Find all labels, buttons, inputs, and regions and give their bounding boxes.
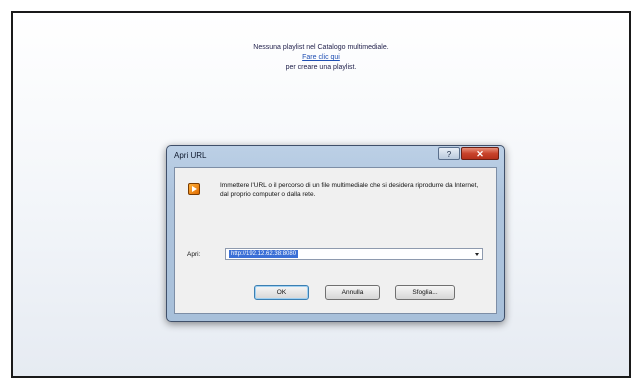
open-url-dialog: Apri URL ? ✕ Immettere l'URL o il percor…	[166, 145, 505, 322]
cancel-button[interactable]: Annulla	[325, 285, 380, 300]
url-combobox[interactable]: http://192.12.62.38:8080	[225, 248, 483, 260]
dialog-body: Immettere l'URL o il percorso di un file…	[174, 167, 497, 314]
empty-library-message: Nessuna playlist nel Catalogo multimedia…	[13, 43, 629, 73]
create-playlist-link[interactable]: Fare clic qui	[302, 53, 340, 63]
browse-button[interactable]: Sfoglia...	[395, 285, 455, 300]
screen: Nessuna playlist nel Catalogo multimedia…	[0, 0, 639, 383]
create-playlist-hint: per creare una playlist.	[285, 64, 357, 71]
media-player-icon	[188, 183, 200, 195]
chevron-down-icon[interactable]	[475, 253, 479, 256]
dialog-title: Apri URL	[174, 151, 207, 160]
dialog-titlebar[interactable]: Apri URL ? ✕	[167, 146, 504, 166]
instruction-text: Immettere l'URL o il percorso di un file…	[220, 182, 479, 198]
media-library-window: Nessuna playlist nel Catalogo multimedia…	[11, 11, 631, 378]
no-playlist-text: Nessuna playlist nel Catalogo multimedia…	[253, 44, 389, 51]
ok-button[interactable]: OK	[254, 285, 309, 300]
help-button[interactable]: ?	[438, 147, 460, 160]
url-input[interactable]: http://192.12.62.38:8080	[229, 250, 299, 258]
close-button[interactable]: ✕	[461, 147, 499, 160]
open-label: Apri:	[187, 251, 201, 258]
